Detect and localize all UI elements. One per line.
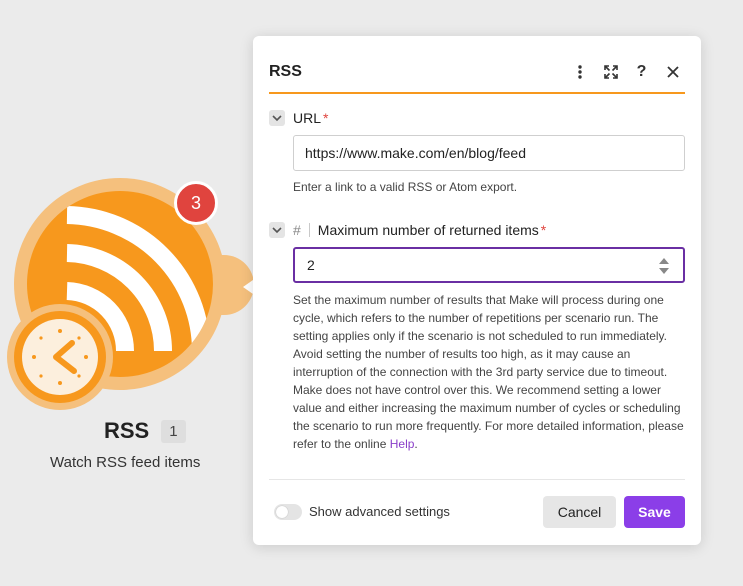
module-instance-badge: 1 [161, 419, 186, 443]
advanced-settings-label: Show advanced settings [309, 504, 450, 519]
save-button[interactable]: Save [624, 496, 685, 528]
expand-icon[interactable] [598, 59, 623, 84]
label-separator [308, 223, 310, 237]
max-items-field-header: # Maximum number of returned items * [269, 222, 546, 238]
module-settings-dialog: RSS ? URL* Enter a link to a [253, 36, 701, 545]
module-subtitle: Watch RSS feed items [50, 454, 201, 471]
url-field-header: URL * [269, 110, 328, 126]
max-items-label: Maximum number of returned items * [317, 222, 547, 238]
clock-icon [22, 319, 98, 395]
max-items-collapse-toggle[interactable] [269, 222, 285, 238]
max-items-help-text: Set the maximum number of results that M… [293, 293, 684, 451]
module-title: RSS [104, 418, 150, 443]
help-glyph: ? [636, 62, 647, 80]
number-type-icon: # [293, 222, 301, 238]
connector-arrow-icon [243, 280, 253, 294]
chevron-down-icon [272, 114, 282, 121]
url-input[interactable] [293, 135, 685, 171]
operations-count-badge[interactable]: 3 [174, 181, 218, 225]
url-help-text: Enter a link to a valid RSS or Atom expo… [293, 180, 518, 194]
help-icon[interactable]: ? [629, 59, 654, 84]
more-vertical-icon[interactable] [567, 59, 592, 84]
help-link[interactable]: Help [390, 437, 415, 451]
chevron-down-icon [272, 226, 282, 233]
required-mark: * [540, 222, 547, 238]
toggle-knob [276, 506, 288, 518]
url-collapse-toggle[interactable] [269, 110, 285, 126]
footer-divider [269, 479, 685, 480]
close-icon[interactable] [660, 59, 685, 84]
advanced-settings-toggle[interactable] [274, 504, 302, 520]
cancel-button[interactable]: Cancel [543, 496, 616, 528]
number-stepper-icon[interactable] [658, 256, 670, 276]
url-label: URL * [293, 110, 329, 126]
dialog-header: RSS ? [269, 54, 685, 94]
max-items-input[interactable] [293, 247, 685, 283]
dialog-title: RSS [269, 63, 302, 80]
required-mark: * [323, 110, 329, 126]
